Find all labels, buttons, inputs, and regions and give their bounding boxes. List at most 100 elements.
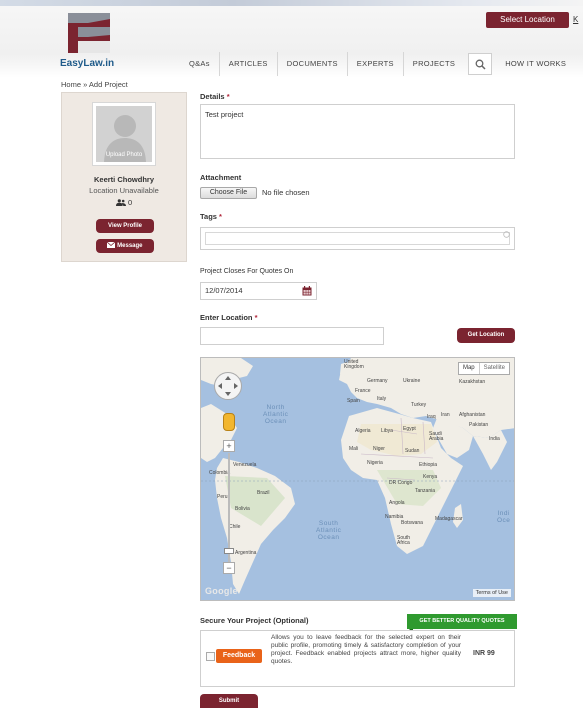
feedback-badge: Feedback bbox=[216, 649, 262, 663]
map-place-iran: Iran bbox=[441, 412, 450, 418]
zoom-out-button[interactable]: − bbox=[223, 562, 235, 574]
map-place-bolivia: Bolivia bbox=[235, 506, 250, 512]
get-location-button[interactable]: Get Location bbox=[457, 328, 515, 343]
satellite-view-button[interactable]: Satellite bbox=[480, 363, 509, 374]
nav-qas[interactable]: Q&As bbox=[180, 52, 220, 76]
map-place-uk: United Kingdom bbox=[344, 359, 364, 370]
calendar-icon[interactable] bbox=[302, 286, 312, 296]
map-place-niger: Niger bbox=[373, 446, 385, 452]
feedback-checkbox[interactable] bbox=[206, 652, 215, 661]
google-logo[interactable]: Google bbox=[205, 586, 238, 596]
avatar-placeholder: Upload Photo bbox=[96, 106, 152, 162]
submit-button[interactable]: Submit bbox=[200, 694, 258, 708]
tags-clear-icon[interactable] bbox=[503, 231, 510, 238]
map-place-peru: Peru bbox=[217, 494, 228, 500]
map-view-button[interactable]: Map bbox=[459, 363, 480, 374]
nav-articles[interactable]: ARTICLES bbox=[220, 52, 278, 76]
map-pan-control[interactable] bbox=[214, 372, 242, 400]
map-place-france: France bbox=[355, 388, 371, 394]
ocean-label-indian: Indi Oce bbox=[497, 510, 510, 524]
map-place-kenya: Kenya bbox=[423, 474, 438, 480]
zoom-slider-track[interactable] bbox=[228, 453, 230, 563]
map-place-india: India bbox=[489, 436, 500, 442]
main-nav: Q&As ARTICLES DOCUMENTS EXPERTS PROJECTS… bbox=[180, 52, 575, 76]
attachment-label: Attachment bbox=[200, 173, 242, 182]
users-icon bbox=[115, 199, 126, 206]
tags-input[interactable] bbox=[205, 232, 510, 245]
required-mark: * bbox=[226, 92, 230, 101]
no-file-chosen-text: No file chosen bbox=[262, 188, 310, 197]
required-mark: * bbox=[254, 313, 258, 322]
map-place-ukraine: Ukraine bbox=[403, 378, 421, 384]
map-place-brazil: Brazil bbox=[257, 490, 270, 496]
header-link-truncated[interactable]: K bbox=[573, 12, 578, 28]
feedback-description: Allows you to leave feedback for the sel… bbox=[271, 634, 461, 665]
map-place-algeria: Algeria bbox=[355, 428, 371, 434]
easylaw-logo-icon[interactable] bbox=[68, 13, 110, 53]
map-type-control: Map Satellite bbox=[457, 362, 510, 375]
map-place-germany: Germany bbox=[367, 378, 388, 384]
ocean-label-south-atlantic: South Atlantic Ocean bbox=[316, 520, 341, 541]
map-place-sudan: Sudan bbox=[405, 448, 420, 454]
top-strip bbox=[0, 0, 583, 6]
location-map[interactable]: North Atlantic Ocean South Atlantic Ocea… bbox=[200, 357, 515, 601]
map-place-egypt: Egypt bbox=[403, 426, 416, 432]
map-place-pakistan: Pakistan bbox=[469, 422, 489, 428]
details-label: Details * bbox=[200, 92, 230, 101]
zoom-slider-handle[interactable] bbox=[224, 548, 234, 554]
map-place-argentina: Argentina bbox=[235, 550, 257, 556]
avatar[interactable]: Upload Photo bbox=[92, 102, 156, 166]
closing-date-input[interactable]: 12/07/2014 bbox=[200, 282, 317, 300]
tags-label-text: Tags bbox=[200, 212, 217, 221]
feedback-price: INR 99 bbox=[473, 650, 495, 657]
ocean-label-north-atlantic: North Atlantic Ocean bbox=[263, 404, 288, 425]
profile-card: Upload Photo Keerti Chowdhry Location Un… bbox=[61, 92, 187, 262]
world-map-graphic bbox=[201, 358, 514, 594]
map-place-saudi: Saudi Arabia bbox=[429, 431, 444, 442]
map-place-ethiopia: Ethiopia bbox=[419, 462, 438, 468]
search-button[interactable] bbox=[468, 53, 493, 75]
select-location-button[interactable]: Select Location bbox=[486, 12, 569, 28]
message-button[interactable]: Message bbox=[96, 239, 154, 253]
map-place-turkey: Turkey bbox=[411, 402, 427, 408]
user-location: Location Unavailable bbox=[89, 186, 159, 195]
map-place-afghanistan: Afghanistan bbox=[459, 412, 486, 418]
map-place-spain: Spain bbox=[347, 398, 360, 404]
breadcrumb[interactable]: Home » Add Project bbox=[61, 80, 128, 89]
location-label: Enter Location * bbox=[200, 313, 258, 322]
pan-arrows-icon bbox=[218, 376, 238, 396]
map-place-botswana: Botswana bbox=[401, 520, 423, 526]
map-place-italy: Italy bbox=[377, 396, 387, 402]
map-place-nigeria: Nigeria bbox=[367, 460, 383, 466]
map-place-libya: Libya bbox=[381, 428, 393, 434]
map-place-mali: Mali bbox=[349, 446, 359, 452]
location-input[interactable] bbox=[200, 327, 384, 345]
map-place-kazakhstan: Kazakhstan bbox=[459, 379, 486, 385]
nav-projects[interactable]: PROJECTS bbox=[404, 52, 464, 76]
details-textarea[interactable]: Test project bbox=[200, 104, 515, 159]
map-place-tanzania: Tanzania bbox=[415, 488, 436, 494]
map-place-angola: Angola bbox=[389, 500, 405, 506]
search-icon bbox=[475, 59, 486, 70]
map-place-venezuela: Venezuela bbox=[233, 462, 257, 468]
ocean-label-text: North Atlantic Ocean bbox=[263, 404, 289, 425]
map-place-colombia: Colombia bbox=[209, 470, 231, 476]
map-place-drcongo: DR Congo bbox=[389, 480, 413, 486]
logo-text[interactable]: EasyLaw.in bbox=[60, 58, 114, 69]
message-button-label: Message bbox=[117, 243, 143, 249]
envelope-icon bbox=[107, 241, 116, 248]
secure-project-title: Secure Your Project (Optional) bbox=[200, 616, 309, 625]
nav-experts[interactable]: EXPERTS bbox=[348, 52, 404, 76]
upload-photo-label[interactable]: Upload Photo bbox=[96, 152, 152, 158]
view-profile-button[interactable]: View Profile bbox=[96, 219, 154, 233]
nav-documents[interactable]: DOCUMENTS bbox=[278, 52, 348, 76]
zoom-in-button[interactable]: + bbox=[223, 440, 235, 452]
nav-how-it-works[interactable]: HOW IT WORKS bbox=[496, 52, 575, 76]
tags-field[interactable] bbox=[200, 227, 515, 250]
ocean-label-text: Indi Oce bbox=[497, 510, 511, 524]
street-view-pegman-icon[interactable] bbox=[223, 413, 235, 431]
map-place-southafrica: South Africa bbox=[397, 535, 411, 546]
terms-of-use-link[interactable]: Terms of Use bbox=[472, 589, 511, 597]
required-mark: * bbox=[219, 212, 222, 221]
choose-file-button[interactable]: Choose File bbox=[200, 187, 257, 199]
